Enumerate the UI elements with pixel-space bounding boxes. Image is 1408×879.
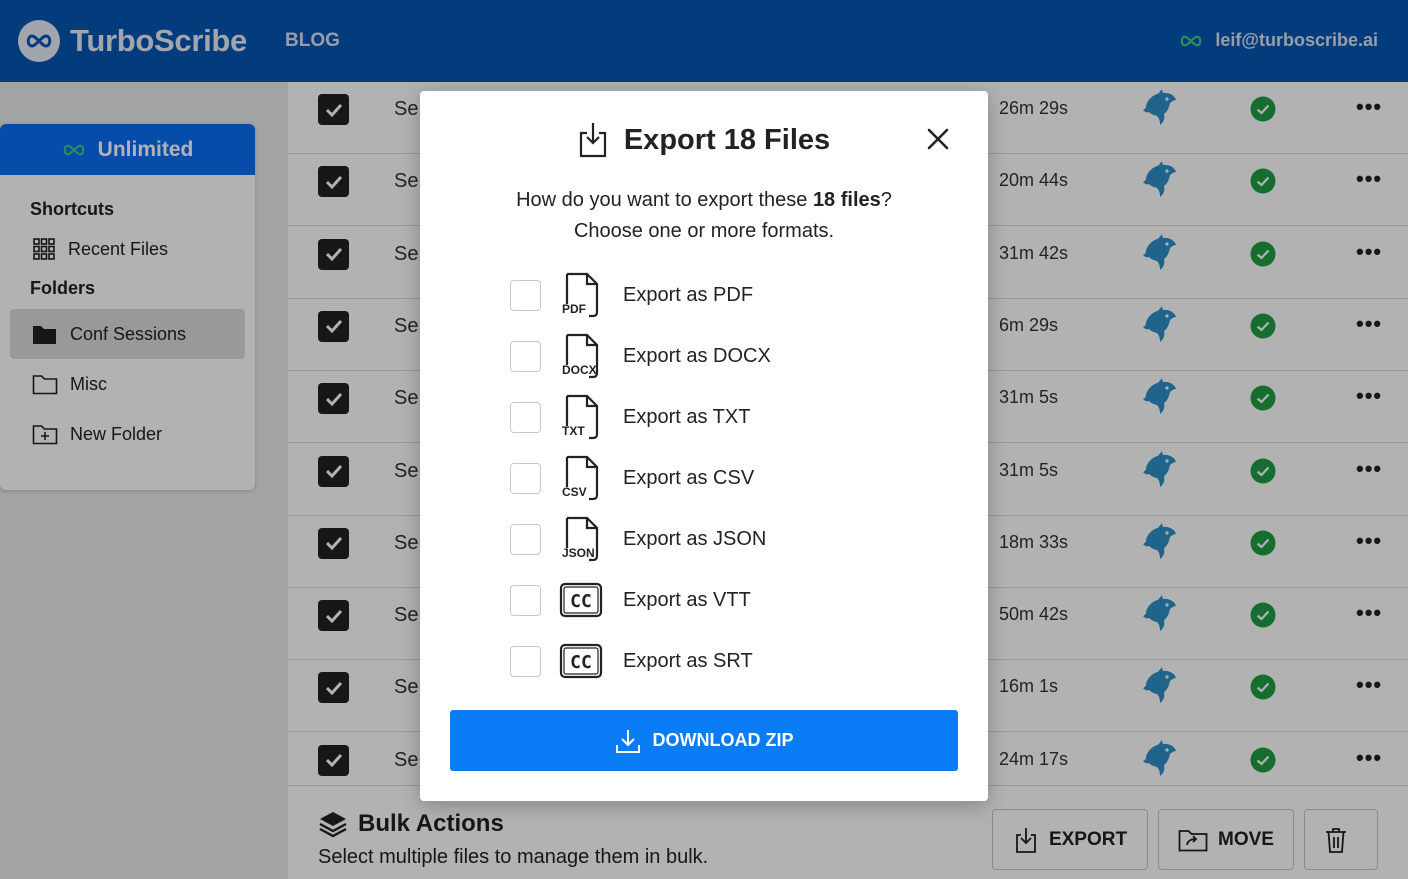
file-icon: DOCX [562,333,599,379]
export-option-icon: JSON [559,516,603,562]
export-option[interactable]: CC Export as VTT [510,575,751,625]
export-option-checkbox[interactable] [510,462,541,494]
export-option-label[interactable]: Export as CSV [623,467,754,490]
file-type-label: PDF [562,302,586,316]
export-option-label[interactable]: Export as TXT [623,406,750,429]
download-icon [615,729,640,753]
export-option-label[interactable]: Export as JSON [623,528,766,551]
export-option-label[interactable]: Export as VTT [623,589,751,612]
export-option-label[interactable]: Export as PDF [623,284,753,307]
cc-icon: CC [559,643,603,679]
download-zip-button[interactable]: DOWNLOAD ZIP [450,710,958,771]
export-option-icon: CC [559,577,603,623]
export-option-checkbox[interactable] [510,645,541,677]
cc-label: CC [570,591,592,612]
export-option-label[interactable]: Export as SRT [623,650,753,673]
cc-label: CC [570,652,592,673]
export-option-checkbox[interactable] [510,523,541,555]
file-icon: JSON [562,516,599,562]
export-option-icon: TXT [559,394,603,440]
modal-title: Export 18 Files [420,121,988,159]
export-option-checkbox[interactable] [510,340,541,372]
export-option[interactable]: DOCX Export as DOCX [510,331,771,381]
export-option-icon: CC [559,638,603,684]
file-icon: CSV [562,455,599,501]
export-option[interactable]: PDF Export as PDF [510,270,753,320]
export-option[interactable]: CSV Export as CSV [510,453,754,503]
file-type-label: DOCX [562,363,597,377]
export-option[interactable]: JSON Export as JSON [510,514,766,564]
modal-description: How do you want to export these 18 files… [516,189,892,242]
export-option-checkbox[interactable] [510,584,541,616]
export-option-checkbox[interactable] [510,279,541,311]
cc-icon: CC [559,582,603,618]
export-icon [579,123,606,158]
export-option-icon: DOCX [559,333,603,379]
export-option-icon: PDF [559,272,603,318]
export-option-icon: CSV [559,455,603,501]
export-option-label[interactable]: Export as DOCX [623,345,771,368]
export-option[interactable]: TXT Export as TXT [510,392,750,442]
export-modal: Export 18 Files How do you want to expor… [420,91,988,801]
close-icon[interactable] [926,127,950,151]
file-type-label: TXT [562,424,585,438]
export-option[interactable]: CC Export as SRT [510,636,753,686]
file-icon: TXT [562,394,599,440]
file-type-label: JSON [562,546,595,560]
file-type-label: CSV [562,485,587,499]
file-icon: PDF [562,272,599,318]
export-option-checkbox[interactable] [510,401,541,433]
